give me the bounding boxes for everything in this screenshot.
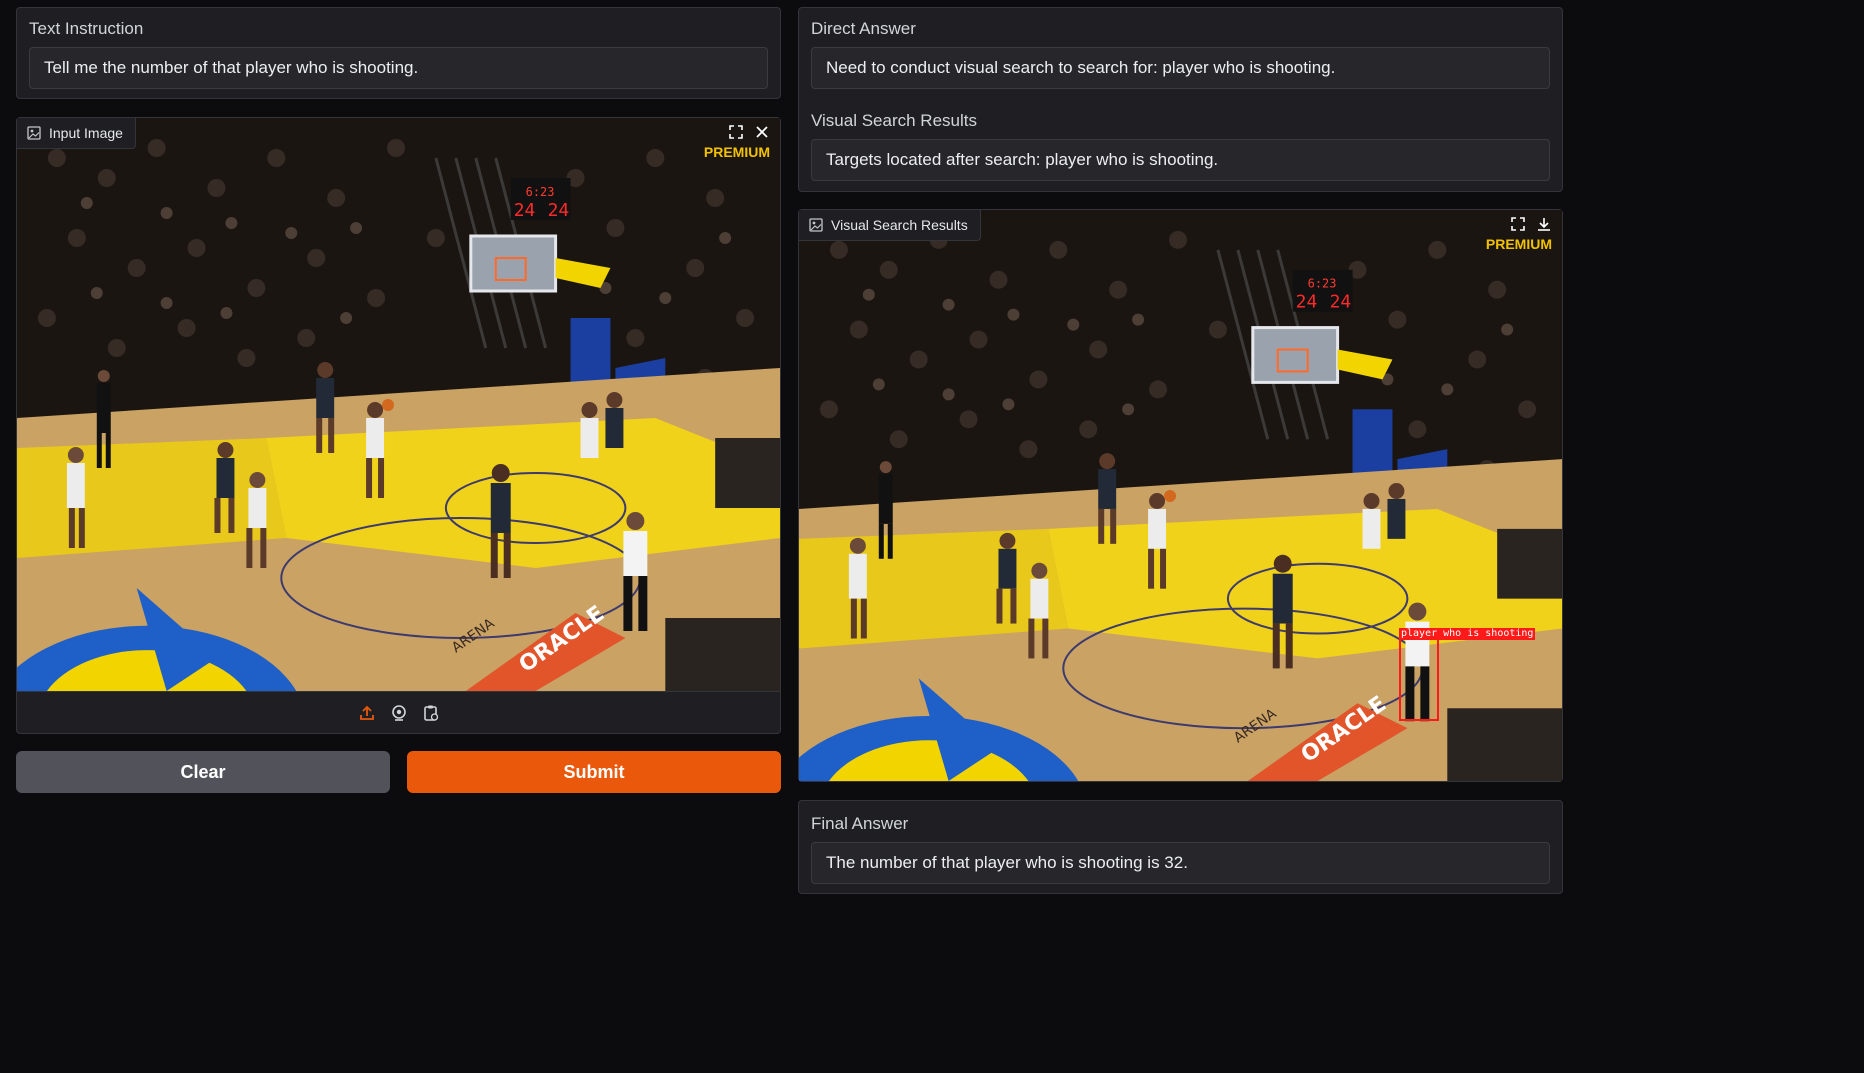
image-icon xyxy=(27,126,41,140)
fullscreen-icon[interactable] xyxy=(728,124,744,140)
text-instruction-panel: Text Instruction Tell me the number of t… xyxy=(16,7,781,99)
visual-search-image xyxy=(799,210,1562,781)
visual-search-image-panel[interactable]: Visual Search Results PREMIUM player who… xyxy=(798,209,1563,782)
image-source-toolbar xyxy=(17,691,780,734)
detection-box xyxy=(1399,637,1439,721)
text-instruction-label: Text Instruction xyxy=(29,19,144,38)
input-image-panel[interactable]: Input Image PREMIUM xyxy=(16,117,781,734)
visual-search-image-label: Visual Search Results xyxy=(831,217,968,233)
close-icon[interactable] xyxy=(754,124,770,140)
clear-button[interactable]: Clear xyxy=(16,751,390,793)
fullscreen-icon[interactable] xyxy=(1510,216,1526,232)
clipboard-icon[interactable] xyxy=(422,704,440,722)
visual-search-results-label: Visual Search Results xyxy=(811,111,977,130)
final-answer-label: Final Answer xyxy=(811,814,909,833)
final-answer-panel: Final Answer The number of that player w… xyxy=(798,800,1563,894)
premium-watermark: PREMIUM xyxy=(703,144,770,160)
upload-icon[interactable] xyxy=(358,704,376,722)
visual-search-results-field[interactable]: Targets located after search: player who… xyxy=(811,139,1550,181)
answers-panel: Direct Answer Need to conduct visual sea… xyxy=(798,7,1563,192)
webcam-icon[interactable] xyxy=(390,704,408,722)
detection-label: player who is shooting xyxy=(1399,628,1536,640)
input-image-tag: Input Image xyxy=(17,118,136,149)
final-answer-field[interactable]: The number of that player who is shootin… xyxy=(811,842,1550,884)
direct-answer-label: Direct Answer xyxy=(811,19,916,38)
submit-button[interactable]: Submit xyxy=(407,751,781,793)
input-image-label: Input Image xyxy=(49,125,123,141)
text-instruction-input[interactable]: Tell me the number of that player who is… xyxy=(29,47,768,89)
image-icon xyxy=(809,218,823,232)
premium-watermark: PREMIUM xyxy=(1485,236,1552,252)
visual-search-image-tag: Visual Search Results xyxy=(799,210,981,241)
download-icon[interactable] xyxy=(1536,216,1552,232)
direct-answer-field[interactable]: Need to conduct visual search to search … xyxy=(811,47,1550,89)
input-image xyxy=(17,118,780,691)
